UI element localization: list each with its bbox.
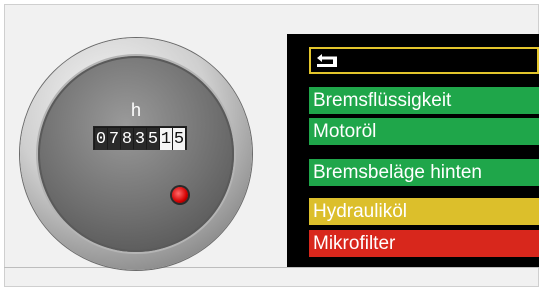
indicator-led: [172, 187, 188, 203]
counter-digit: 8: [121, 128, 133, 150]
menu-item-bremsfluessigkeit[interactable]: Bremsflüssigkeit: [309, 87, 539, 114]
menu-item-motoroel[interactable]: Motoröl: [309, 118, 539, 145]
menu-item-mikrofilter[interactable]: Mikrofilter: [309, 230, 539, 257]
back-arrow-icon: [317, 53, 337, 67]
menu-item-label: Bremsflüssigkeit: [313, 89, 452, 111]
menu-item-hydraulikoel[interactable]: Hydrauliköl: [309, 198, 539, 225]
counter-digit: 5: [147, 128, 159, 150]
back-button[interactable]: [309, 47, 539, 74]
hour-counter: 0 7 8 3 5 1 5: [93, 126, 187, 150]
hour-unit-label: h: [130, 100, 141, 120]
menu-item-label: Motoröl: [313, 120, 377, 142]
menu-item-bremsbelaege-hinten[interactable]: Bremsbeläge hinten: [309, 159, 539, 186]
counter-digit: 7: [108, 128, 120, 150]
counter-digit: 1: [160, 128, 172, 150]
frame-divider: [4, 267, 539, 268]
hour-meter-face: h 0 7 8 3 5 1 5: [38, 56, 234, 252]
hour-meter-gauge: h 0 7 8 3 5 1 5: [20, 38, 252, 270]
counter-digit: 0: [95, 128, 107, 150]
counter-digit: 3: [134, 128, 146, 150]
menu-item-label: Mikrofilter: [313, 232, 396, 254]
service-menu: Bremsflüssigkeit Motoröl Bremsbeläge hin…: [287, 34, 539, 267]
menu-item-label: Hydrauliköl: [313, 200, 407, 222]
menu-item-label: Bremsbeläge hinten: [313, 161, 482, 183]
counter-digit: 5: [173, 128, 185, 150]
